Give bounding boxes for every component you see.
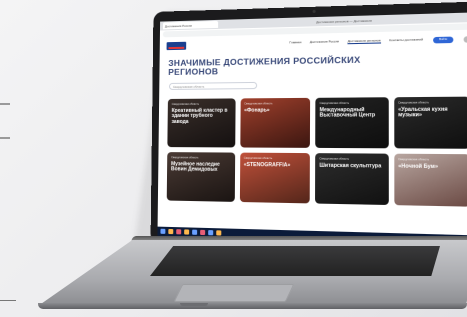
- nav-item-regions[interactable]: Достижения регионов: [347, 38, 381, 45]
- achievement-card[interactable]: Свердловская область «Ночной Бум»: [393, 153, 467, 207]
- taskbar-app-icon[interactable]: [192, 229, 198, 235]
- taskbar-app-icon[interactable]: [200, 229, 206, 236]
- laptop-lid: Достижения России Достижения регионов — …: [150, 1, 467, 255]
- taskbar-app-icon[interactable]: [184, 229, 190, 235]
- site-nav: Главная Достижения России Достижения рег…: [289, 37, 423, 45]
- avatar[interactable]: [463, 35, 467, 43]
- start-icon[interactable]: [160, 228, 166, 234]
- achievement-card[interactable]: Свердловская область «Уральская кухня му…: [393, 96, 467, 149]
- webcam-icon: [311, 9, 316, 14]
- page-title: ЗНАЧИМЫЕ ДОСТИЖЕНИЯ РОССИЙСКИХ РЕГИОНОВ: [168, 54, 361, 77]
- achievement-card[interactable]: Свердловская область Шитарская скульптур…: [315, 153, 389, 206]
- taskbar-app-icon[interactable]: [208, 230, 214, 236]
- nav-item-russia[interactable]: Достижения России: [310, 39, 339, 45]
- trackpad: [173, 284, 295, 302]
- achievement-card[interactable]: Свердловская область Международный Выста…: [315, 97, 389, 149]
- achievement-card[interactable]: Свердловская область «STENOGRAFFIA»: [239, 152, 310, 204]
- region-filter-input[interactable]: Свердловская область: [169, 81, 258, 90]
- browser-tab[interactable]: Достижения России: [162, 20, 219, 30]
- achievement-card[interactable]: Свердловская область «Фонарь»: [239, 97, 311, 148]
- achievement-card[interactable]: Свердловская область Музейное наследие В…: [166, 152, 235, 202]
- laptop-front-edge: [38, 303, 467, 309]
- login-button[interactable]: Войти: [433, 36, 454, 43]
- achievement-card[interactable]: Свердловская область Креативный кластер …: [167, 98, 236, 148]
- site-logo[interactable]: [166, 41, 187, 50]
- achievements-grid: Свердловская область Креативный кластер …: [166, 96, 467, 207]
- edge-bracket-decoration: [0, 103, 10, 139]
- taskbar-app-icon[interactable]: [176, 229, 182, 235]
- taskbar-app-icon[interactable]: [216, 230, 222, 236]
- nav-item-home[interactable]: Главная: [289, 40, 301, 45]
- laptop-screen: Достижения России Достижения регионов — …: [157, 12, 467, 246]
- keyboard: [150, 246, 440, 276]
- nav-item-contacts[interactable]: Контакты достижений: [389, 37, 423, 43]
- taskbar-app-icon[interactable]: [168, 228, 174, 235]
- edge-line-decoration: [0, 300, 16, 301]
- lid-notch: [180, 303, 208, 306]
